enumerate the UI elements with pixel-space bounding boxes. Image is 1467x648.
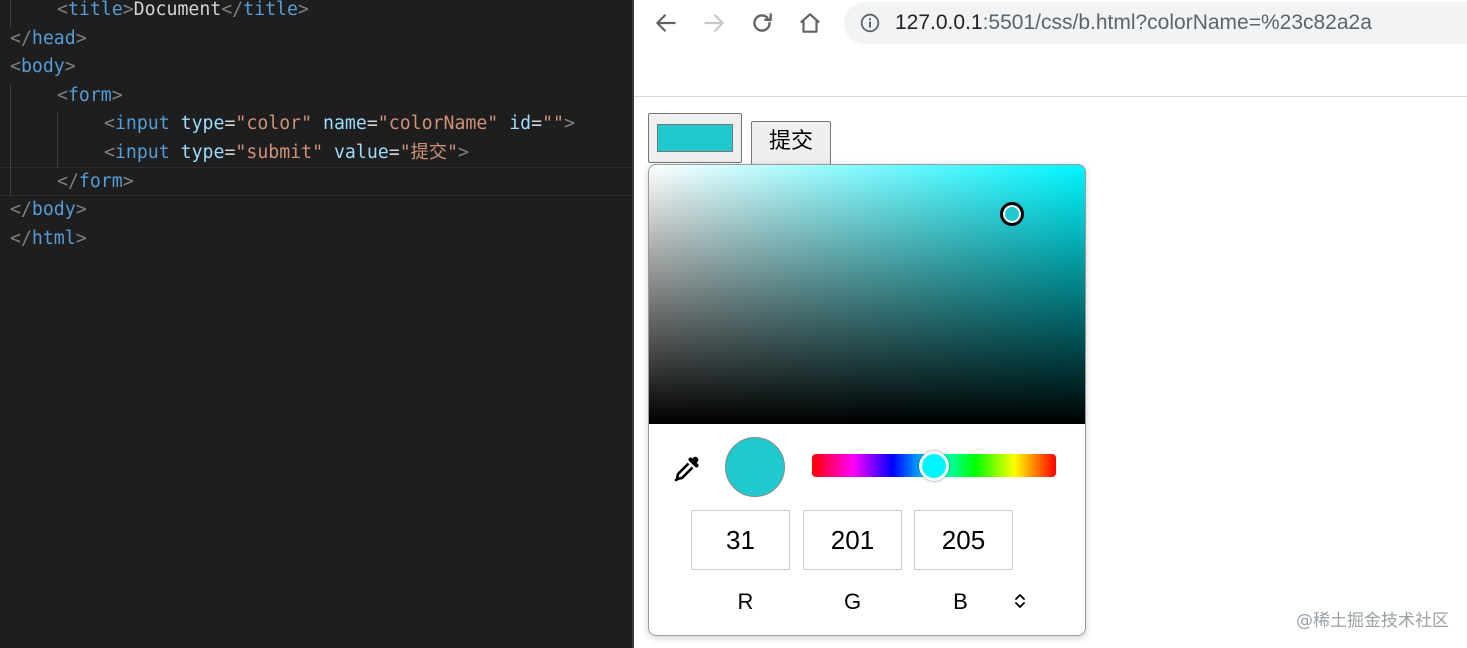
code-token: Document	[133, 0, 222, 20]
code-editor[interactable]: <title>Document</title> </head> <body> <for…	[0, 0, 632, 648]
info-icon[interactable]	[860, 13, 880, 33]
reload-button[interactable]	[746, 8, 778, 38]
color-preview	[725, 437, 785, 497]
arrow-left-icon	[656, 14, 676, 32]
saturation-value-area[interactable]	[649, 165, 1085, 424]
code-token: </	[221, 0, 244, 20]
code-line: <input type="submit" value="提交">	[104, 141, 469, 169]
code-token: <	[10, 56, 21, 78]
code-token: ""	[542, 113, 564, 135]
code-token: >	[111, 84, 123, 106]
code-token: <	[104, 113, 115, 135]
code-token: "submit"	[235, 142, 324, 163]
red-label: R	[737, 589, 754, 614]
reload-icon	[753, 13, 772, 32]
red-value-input[interactable]: 31	[691, 510, 790, 570]
code-token: head	[31, 27, 76, 49]
color-picker-popup: 31 201 205 R G B	[648, 164, 1086, 636]
code-token: id	[509, 113, 532, 135]
code-token: name	[323, 113, 367, 135]
code-token: <	[104, 142, 115, 163]
code-token: "提交"	[399, 142, 458, 163]
blue-value-input[interactable]: 205	[914, 510, 1013, 570]
indent-guide	[10, 84, 11, 196]
code-token: </	[10, 227, 32, 249]
code-token: <	[57, 0, 68, 20]
code-token: html	[31, 227, 76, 249]
code-token: body	[31, 199, 76, 221]
code-token: form	[67, 84, 112, 106]
code-token: type	[180, 142, 225, 163]
blue-label: B	[953, 589, 968, 614]
code-token: </	[10, 199, 32, 221]
forward-button[interactable]	[698, 8, 730, 38]
eyedropper-icon[interactable]	[671, 453, 703, 485]
code-token: =	[531, 113, 543, 135]
home-button[interactable]	[794, 8, 826, 38]
code-token: title	[243, 0, 298, 20]
format-toggle-icon[interactable]	[1011, 591, 1029, 611]
toolbar-divider	[634, 96, 1467, 97]
browser-window: 127.0.0.1:5501/css/b.html?colorName=%23c…	[634, 0, 1467, 648]
code-line: </form>	[57, 170, 134, 198]
code-line: <title>Document</title>	[57, 0, 309, 26]
code-token: type	[180, 113, 225, 135]
indent-guide	[57, 112, 58, 168]
green-label: G	[843, 589, 862, 614]
code-line: <body>	[10, 55, 76, 83]
saturation-value-thumb[interactable]	[1000, 202, 1024, 226]
code-line: </body>	[10, 198, 87, 226]
code-token: =	[388, 142, 400, 163]
code-line: <form>	[57, 84, 123, 112]
code-token: input	[114, 142, 170, 163]
address-bar[interactable]: 127.0.0.1:5501/css/b.html?colorName=%23c…	[844, 2, 1467, 44]
code-token: >	[563, 113, 575, 135]
code-token: >	[122, 0, 134, 20]
code-token: =	[366, 113, 378, 135]
browser-toolbar: 127.0.0.1:5501/css/b.html?colorName=%23c…	[634, 0, 1467, 46]
code-token: >	[75, 27, 87, 49]
green-value-input[interactable]: 201	[803, 510, 902, 570]
color-input[interactable]	[648, 113, 742, 163]
code-token: value	[333, 142, 389, 163]
submit-button[interactable]: 提交	[751, 121, 831, 165]
code-token: "color"	[235, 113, 313, 135]
code-token: title	[67, 0, 123, 20]
color-input-swatch	[657, 124, 733, 152]
code-token: input	[114, 113, 170, 135]
code-token: >	[457, 142, 469, 163]
code-token: >	[122, 170, 134, 192]
code-token: >	[75, 227, 87, 249]
indent-guide	[10, 0, 11, 28]
home-icon	[800, 13, 820, 33]
code-token: </	[57, 170, 79, 192]
code-token: <	[57, 84, 68, 106]
code-line: </head>	[10, 27, 87, 55]
hue-slider-thumb[interactable]	[919, 451, 949, 481]
url-path: :5501/css/b.html?colorName=%23c82a2a	[982, 11, 1372, 34]
url-host: 127.0.0.1	[895, 11, 983, 34]
back-button[interactable]	[650, 8, 682, 38]
code-line: </html>	[10, 227, 87, 255]
code-token: body	[20, 56, 65, 78]
watermark: @稀土掘金技术社区	[1296, 611, 1449, 631]
code-token: >	[64, 56, 76, 78]
code-token: "colorName"	[377, 113, 499, 135]
arrow-right-icon	[704, 14, 724, 32]
url-text[interactable]: 127.0.0.1:5501/css/b.html?colorName=%23c…	[895, 10, 1372, 36]
code-token: </	[10, 27, 32, 49]
code-token: =	[224, 142, 236, 163]
code-token: =	[224, 113, 236, 135]
code-line: <input type="color" name="colorName" id=…	[104, 112, 575, 140]
code-token: form	[78, 170, 123, 192]
code-token: >	[75, 199, 87, 221]
code-token: >	[297, 0, 309, 20]
